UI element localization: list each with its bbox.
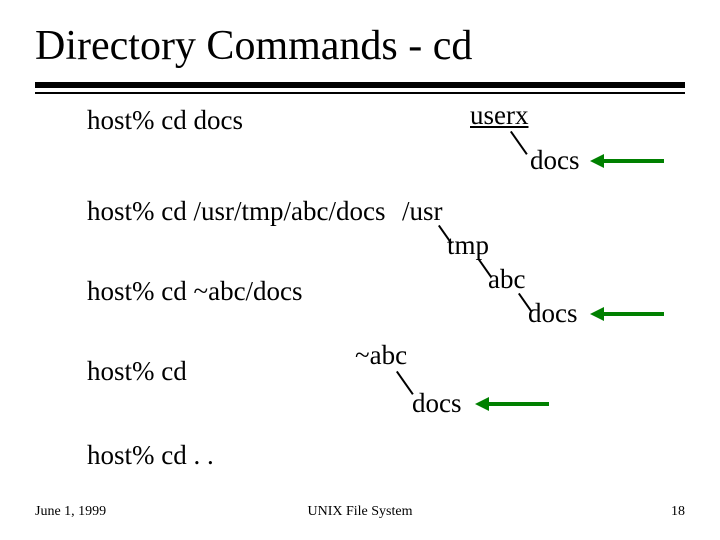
arrow2-line xyxy=(604,312,664,316)
tree3-child: docs xyxy=(412,388,462,419)
title-rule-thick xyxy=(35,82,685,88)
page-title: Directory Commands - cd xyxy=(35,22,472,70)
arrow3-line xyxy=(489,402,549,406)
cmd-cd-tilde: host% cd ~abc/docs xyxy=(87,276,303,307)
slide: Directory Commands - cd host% cd docs us… xyxy=(0,0,720,540)
footer-page: 18 xyxy=(671,504,685,520)
tree2-l2: abc xyxy=(488,264,525,295)
tree1-root: userx xyxy=(470,100,528,131)
cmd-cd-up: host% cd . . xyxy=(87,440,214,471)
cmd-cd-docs: host% cd docs xyxy=(87,105,243,136)
arrow3-head xyxy=(475,397,489,411)
tree2-l1: tmp xyxy=(447,230,489,261)
cmd-cd-abs: host% cd /usr/tmp/abc/docs xyxy=(87,196,385,227)
tree1-branch xyxy=(510,131,528,155)
footer-center: UNIX File System xyxy=(0,504,720,520)
title-rule-thin xyxy=(35,92,685,94)
tree1-child: docs xyxy=(530,145,580,176)
tree3-root: ~abc xyxy=(355,340,407,371)
tree2-l3: docs xyxy=(528,298,578,329)
arrow1-line xyxy=(604,159,664,163)
arrow1-head xyxy=(590,154,604,168)
arrow2-head xyxy=(590,307,604,321)
cmd-cd-home: host% cd xyxy=(87,356,187,387)
tree2-root: /usr xyxy=(402,196,443,227)
